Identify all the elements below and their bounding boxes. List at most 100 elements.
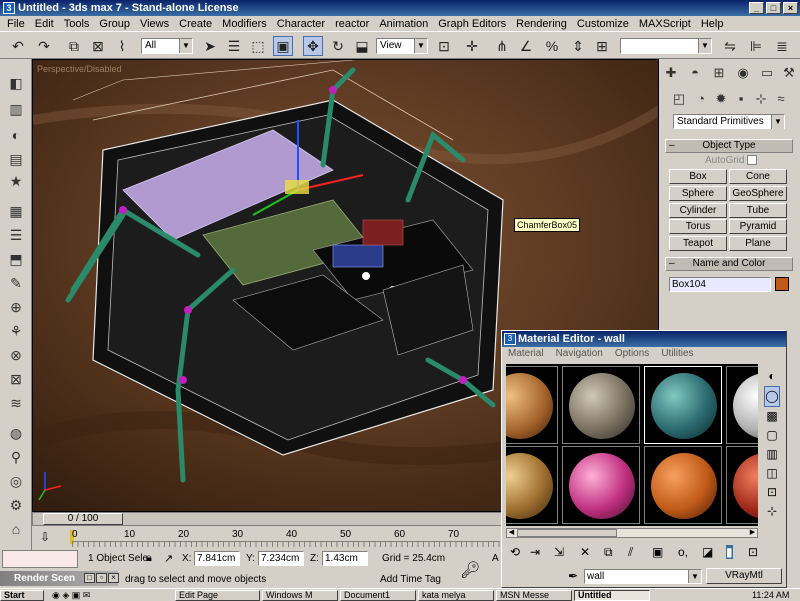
absolute-mode-icon[interactable]: ↗ bbox=[164, 552, 173, 565]
rectangular-selection-icon[interactable]: ⬚ bbox=[248, 36, 268, 56]
close-button[interactable]: × bbox=[783, 2, 798, 14]
cylinder-button[interactable]: Cylinder bbox=[669, 203, 727, 218]
lights-icon[interactable]: ✹ bbox=[711, 89, 731, 109]
utilities-tab-icon[interactable]: ⚒ bbox=[779, 63, 799, 83]
menu-edit[interactable]: Edit bbox=[30, 18, 59, 30]
object-color-swatch[interactable] bbox=[775, 277, 789, 291]
menu-customize[interactable]: Customize bbox=[572, 18, 634, 30]
select-and-scale-icon[interactable]: ⬓ bbox=[352, 36, 372, 56]
plane-button[interactable]: Plane bbox=[729, 236, 787, 251]
menu-modifiers[interactable]: Modifiers bbox=[217, 18, 272, 30]
display-tab-icon[interactable]: ▭ bbox=[757, 63, 777, 83]
make-copy-icon[interactable]: ⧉ bbox=[604, 545, 613, 560]
undo-icon[interactable]: ↶ bbox=[8, 36, 28, 56]
selection-lock-icon[interactable]: 🔒︎ bbox=[146, 552, 152, 565]
select-and-rotate-icon[interactable]: ↻ bbox=[328, 36, 348, 56]
tool-icon-9[interactable]: ✎ bbox=[6, 273, 26, 293]
tool-icon-8[interactable]: ⬒ bbox=[6, 249, 26, 269]
tool-icon-1[interactable]: ◧ bbox=[6, 73, 26, 93]
sphere-button[interactable]: Sphere bbox=[669, 186, 727, 201]
sample-type-icon[interactable]: ◐ bbox=[764, 367, 780, 386]
task-untitled[interactable]: Untitled bbox=[574, 590, 650, 601]
show-end-result-icon[interactable]: ▮ bbox=[726, 545, 733, 559]
viewport-label[interactable]: Perspective/Disabled bbox=[37, 64, 122, 74]
select-manipulate-icon[interactable]: ✛ bbox=[462, 36, 482, 56]
menu-graph-editors[interactable]: Graph Editors bbox=[433, 18, 511, 30]
sample-slot-6[interactable] bbox=[562, 446, 640, 524]
sample-slot-8[interactable] bbox=[726, 446, 758, 524]
task-windows-media[interactable]: Windows M bbox=[262, 590, 338, 601]
tool-icon-3[interactable]: ◐ bbox=[6, 125, 26, 145]
tool-icon-18[interactable]: ⚙ bbox=[6, 495, 26, 515]
layer-manager-icon[interactable]: ≣ bbox=[772, 36, 792, 56]
start-button[interactable]: Start bbox=[0, 590, 44, 601]
x-coordinate-field[interactable]: 7.841cm bbox=[194, 551, 240, 566]
motion-tab-icon[interactable]: ◉ bbox=[733, 63, 753, 83]
name-and-color-rollout[interactable]: – Name and Color bbox=[665, 257, 793, 271]
make-preview-icon[interactable]: ◫ bbox=[764, 464, 780, 483]
open-mini-curve-editor-icon[interactable]: ⇩ bbox=[40, 530, 50, 544]
maxscript-listener[interactable] bbox=[2, 550, 78, 568]
selection-filter-dropdown[interactable]: All ▼ bbox=[141, 38, 193, 54]
reference-coordinate-dropdown[interactable]: View ▼ bbox=[376, 38, 428, 54]
menu-file[interactable]: File bbox=[2, 18, 30, 30]
named-selection-dropdown[interactable]: ▼ bbox=[620, 38, 712, 54]
tool-icon-14[interactable]: ≋ bbox=[6, 393, 26, 413]
snaps-toggle-icon[interactable]: ⋔ bbox=[492, 36, 512, 56]
y-coordinate-field[interactable]: 7.234cm bbox=[258, 551, 304, 566]
tool-icon-15[interactable]: ◍ bbox=[6, 423, 26, 443]
teapot-button[interactable]: Teapot bbox=[669, 236, 727, 251]
scroll-left-icon[interactable]: ◀ bbox=[507, 529, 516, 537]
mat-menu-navigation[interactable]: Navigation bbox=[550, 348, 609, 362]
object-type-rollout[interactable]: – Object Type bbox=[665, 139, 793, 153]
menu-views[interactable]: Views bbox=[135, 18, 174, 30]
menu-animation[interactable]: Animation bbox=[374, 18, 433, 30]
put-to-scene-icon[interactable]: ⇥ bbox=[530, 545, 540, 559]
tool-icon-13[interactable]: ⊠ bbox=[6, 369, 26, 389]
menu-tools[interactable]: Tools bbox=[59, 18, 95, 30]
sample-slot-2[interactable] bbox=[562, 366, 640, 444]
scroll-thumb[interactable] bbox=[517, 529, 617, 537]
tool-icon-4[interactable]: ▤ bbox=[6, 149, 26, 169]
box-button[interactable]: Box bbox=[669, 169, 727, 184]
time-slider-thumb[interactable]: 0 / 100 bbox=[43, 513, 123, 525]
unlink-icon[interactable]: ⊠ bbox=[88, 36, 108, 56]
helpers-icon[interactable]: ⊹ bbox=[751, 89, 771, 109]
autogrid-checkbox[interactable] bbox=[747, 155, 757, 165]
mirror-icon[interactable]: ⇋ bbox=[720, 36, 740, 56]
put-to-library-icon[interactable]: ▣ bbox=[652, 545, 663, 559]
track-bar[interactable]: ⇩ 0 10 20 30 40 50 60 70 bbox=[0, 526, 502, 548]
render-scene-maximize-button[interactable]: ▫ bbox=[96, 573, 107, 583]
torus-button[interactable]: Torus bbox=[669, 219, 727, 234]
cameras-icon[interactable]: ▪ bbox=[731, 89, 751, 109]
select-object-icon[interactable]: ➤ bbox=[200, 36, 220, 56]
window-crossing-icon[interactable]: ▣ bbox=[273, 36, 293, 56]
tool-icon-17[interactable]: ◎ bbox=[6, 471, 26, 491]
redo-icon[interactable]: ↷ bbox=[34, 36, 54, 56]
menu-reactor[interactable]: reactor bbox=[330, 18, 374, 30]
menu-rendering[interactable]: Rendering bbox=[511, 18, 572, 30]
tool-icon-10[interactable]: ⊕ bbox=[6, 297, 26, 317]
reset-map-icon[interactable]: ✕ bbox=[580, 545, 590, 559]
select-by-name-icon[interactable]: ☰ bbox=[224, 36, 244, 56]
show-map-in-viewport-icon[interactable]: ◪ bbox=[702, 545, 713, 559]
bind-space-warp-icon[interactable]: ⌇ bbox=[112, 36, 132, 56]
hierarchy-tab-icon[interactable]: ⊞ bbox=[709, 63, 729, 83]
time-slider[interactable]: 0 / 100 bbox=[32, 512, 502, 526]
pick-material-icon[interactable]: ✒ bbox=[568, 569, 578, 583]
cone-button[interactable]: Cone bbox=[729, 169, 787, 184]
mat-menu-utilities[interactable]: Utilities bbox=[655, 348, 699, 362]
select-and-move-icon[interactable]: ✥ bbox=[303, 36, 323, 56]
tool-icon-2[interactable]: ▥ bbox=[6, 99, 26, 119]
options-icon[interactable]: ⊡ bbox=[764, 483, 780, 502]
category-dropdown[interactable]: Standard Primitives ▼ bbox=[673, 114, 785, 129]
mat-menu-options[interactable]: Options bbox=[609, 348, 655, 362]
render-scene-close-button[interactable]: × bbox=[108, 573, 119, 583]
material-id-channel-icon[interactable]: o, bbox=[678, 545, 688, 559]
edit-named-selection-icon[interactable]: ⊞ bbox=[592, 36, 612, 56]
add-time-tag-button[interactable]: Add Time Tag bbox=[380, 572, 456, 587]
menu-group[interactable]: Group bbox=[94, 18, 135, 30]
make-unique-icon[interactable]: ⫽ bbox=[628, 545, 633, 560]
pivot-point-icon[interactable]: ⊡ bbox=[434, 36, 454, 56]
sample-slot-7[interactable] bbox=[644, 446, 722, 524]
